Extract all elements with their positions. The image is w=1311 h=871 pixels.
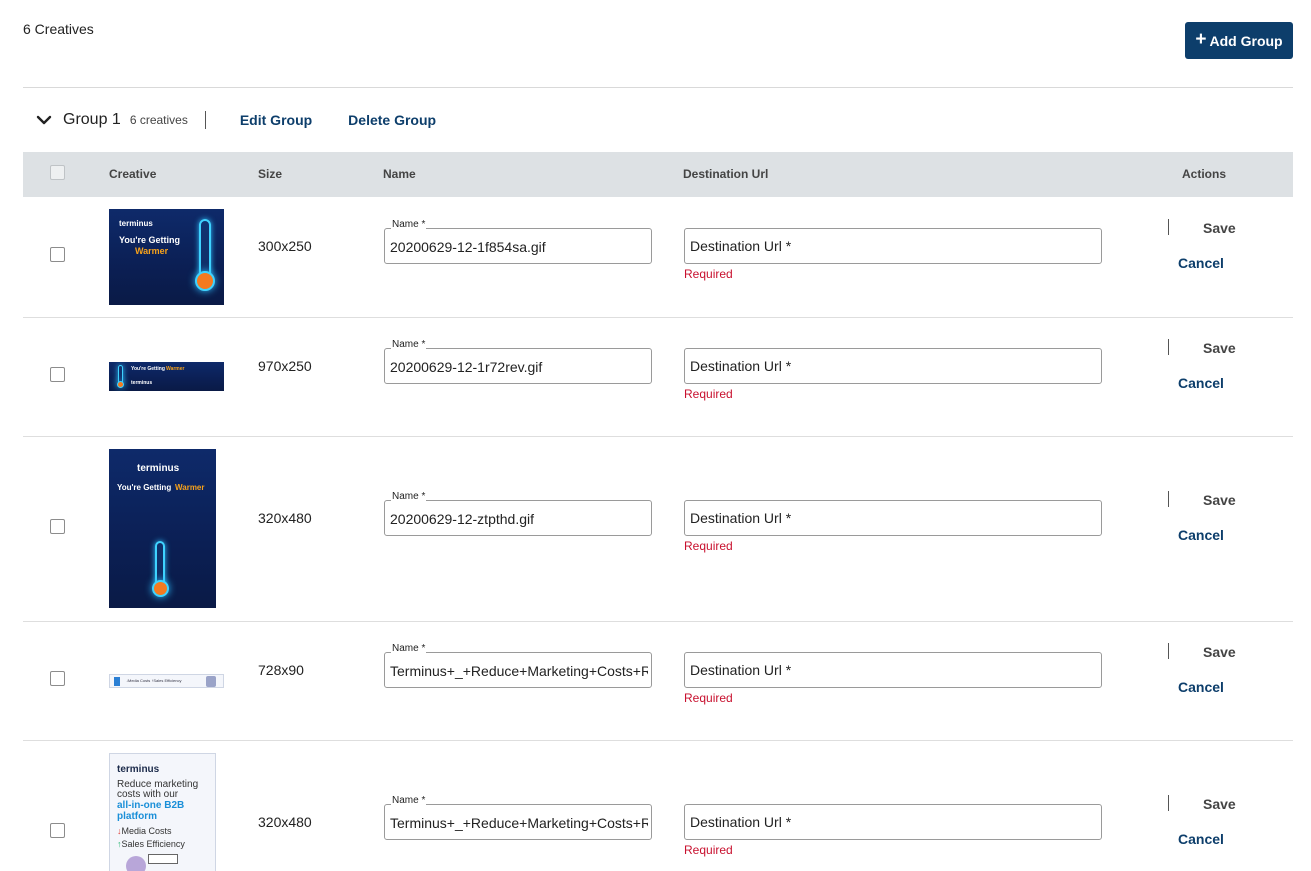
destination-url-field[interactable]: Destination Url * — [684, 500, 1102, 536]
required-error: Required — [684, 267, 733, 281]
divider — [204, 111, 206, 129]
required-error: Required — [684, 387, 733, 401]
name-field-label: Name * — [391, 491, 427, 502]
cancel-button[interactable]: Cancel — [1178, 255, 1224, 271]
name-field-label: Name * — [391, 643, 427, 654]
required-error: Required — [684, 539, 733, 553]
group-header: Group 1 6 creatives Edit Group Delete Gr… — [36, 108, 436, 132]
cancel-button[interactable]: Cancel — [1178, 375, 1224, 391]
table-row: terminus Reduce marketing costs with our… — [23, 741, 1293, 871]
creative-thumbnail: You're Getting Warmer terminus — [109, 362, 224, 391]
cancel-button[interactable]: Cancel — [1178, 831, 1224, 847]
table-header: Creative Size Name Destination Url Actio… — [23, 152, 1293, 197]
destination-url-field[interactable]: Destination Url * — [684, 652, 1102, 688]
save-button[interactable]: Save — [1203, 340, 1236, 356]
name-field[interactable]: Name * Terminus+_+Reduce+Marketing+Costs… — [384, 795, 652, 840]
save-button[interactable]: Save — [1203, 796, 1236, 812]
name-field-label: Name * — [391, 795, 427, 806]
add-group-button[interactable]: + Add Group — [1185, 22, 1293, 59]
save-button[interactable]: Save — [1203, 492, 1236, 508]
creative-thumbnail: terminus You're Getting Warmer — [109, 449, 216, 608]
add-group-label: Add Group — [1209, 32, 1283, 49]
destination-url-field[interactable]: Destination Url * — [684, 348, 1102, 384]
destination-url-field[interactable]: Destination Url * — [684, 228, 1102, 264]
name-field-value: 20200629-12-1f854sa.gif — [390, 239, 546, 255]
chevron-down-icon[interactable] — [36, 112, 52, 128]
cancel-button[interactable]: Cancel — [1178, 679, 1224, 695]
destination-url-field[interactable]: Destination Url * — [684, 804, 1102, 840]
creative-size: 320x480 — [258, 814, 312, 830]
divider — [23, 87, 1293, 88]
name-field[interactable]: Name * 20200629-12-ztpthd.gif — [384, 491, 652, 536]
destination-url-placeholder: Destination Url * — [690, 238, 792, 254]
creative-thumbnail: terminus Reduce marketing costs with our… — [109, 753, 216, 871]
column-creative: Creative — [109, 167, 157, 181]
divider — [1168, 795, 1169, 811]
creatives-count: 6 Creatives — [23, 21, 94, 37]
plus-icon: + — [1195, 29, 1207, 50]
creative-size: 300x250 — [258, 238, 312, 254]
name-field-value: 20200629-12-ztpthd.gif — [390, 511, 534, 527]
row-checkbox[interactable] — [50, 519, 65, 534]
row-checkbox[interactable] — [50, 367, 65, 382]
column-destination-url: Destination Url — [683, 167, 769, 181]
divider — [1168, 219, 1169, 235]
select-all-checkbox[interactable] — [50, 165, 65, 180]
save-button[interactable]: Save — [1203, 644, 1236, 660]
required-error: Required — [684, 843, 733, 857]
destination-url-placeholder: Destination Url * — [690, 662, 792, 678]
column-actions: Actions — [1182, 167, 1227, 181]
divider — [1168, 339, 1169, 355]
creative-thumbnail: ↓Media Costs ↑Sales Efficiency — [109, 674, 224, 688]
required-error: Required — [684, 691, 733, 705]
destination-url-placeholder: Destination Url * — [690, 358, 792, 374]
creative-size: 728x90 — [258, 662, 304, 678]
table-row: You're Getting Warmer terminus 970x250 N… — [23, 318, 1293, 437]
name-field[interactable]: Name * 20200629-12-1f854sa.gif — [384, 219, 652, 264]
creative-thumbnail: terminus You're Getting Warmer — [109, 209, 224, 305]
delete-group-link[interactable]: Delete Group — [348, 112, 436, 128]
table-row: ↓Media Costs ↑Sales Efficiency 728x90 Na… — [23, 622, 1293, 741]
name-field-label: Name * — [391, 219, 427, 230]
table-row: terminus You're Getting Warmer 300x250 N… — [23, 197, 1293, 318]
column-size: Size — [258, 167, 283, 181]
name-field-value: Terminus+_+Reduce+Marketing+Costs+R — [390, 663, 648, 679]
name-field-value: Terminus+_+Reduce+Marketing+Costs+R — [390, 815, 648, 831]
name-field-value: 20200629-12-1r72rev.gif — [390, 359, 543, 375]
name-field-label: Name * — [391, 339, 427, 350]
row-checkbox[interactable] — [50, 823, 65, 838]
destination-url-placeholder: Destination Url * — [690, 814, 792, 830]
divider — [1168, 643, 1169, 659]
edit-group-link[interactable]: Edit Group — [240, 112, 312, 128]
cancel-button[interactable]: Cancel — [1178, 527, 1224, 543]
creative-size: 320x480 — [258, 510, 312, 526]
row-checkbox[interactable] — [50, 671, 65, 686]
creative-size: 970x250 — [258, 358, 312, 374]
table-row: terminus You're Getting Warmer 320x480 N… — [23, 437, 1293, 622]
name-field[interactable]: Name * 20200629-12-1r72rev.gif — [384, 339, 652, 384]
name-field[interactable]: Name * Terminus+_+Reduce+Marketing+Costs… — [384, 643, 652, 688]
group-title: Group 1 — [63, 111, 121, 128]
row-checkbox[interactable] — [50, 247, 65, 262]
group-creative-count: 6 creatives — [129, 113, 188, 127]
save-button[interactable]: Save — [1203, 220, 1236, 236]
column-name: Name — [383, 167, 416, 181]
divider — [1168, 491, 1169, 507]
destination-url-placeholder: Destination Url * — [690, 510, 792, 526]
